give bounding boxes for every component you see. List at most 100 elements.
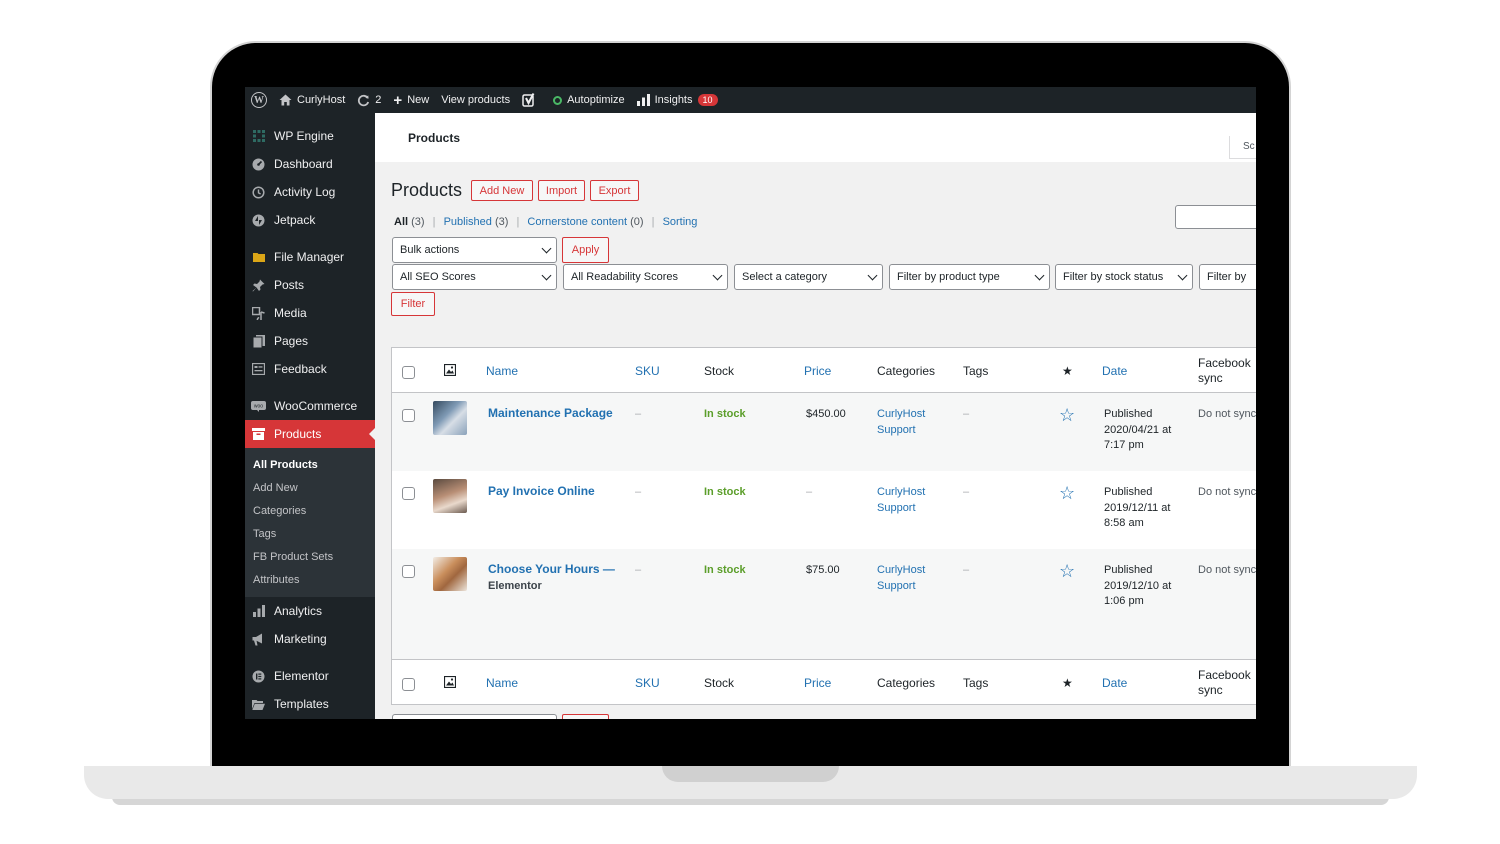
sidebar-item-analytics[interactable]: Analytics <box>245 597 375 625</box>
sidebar-item-elementor[interactable]: Elementor <box>245 662 375 690</box>
category-links[interactable]: CurlyHost Support <box>877 485 925 516</box>
product-thumbnail[interactable] <box>433 401 467 435</box>
apply-button[interactable]: Apply <box>562 237 609 263</box>
sidebar-item-media[interactable]: Media <box>245 299 375 327</box>
submenu-tags[interactable]: Tags <box>245 522 375 545</box>
product-name-link[interactable]: Choose Your Hours — Elementor <box>488 562 615 594</box>
category-links[interactable]: CurlyHost Support <box>877 407 925 438</box>
sidebar-item-label: Posts <box>274 278 305 292</box>
select-all-checkbox[interactable] <box>402 678 415 691</box>
submenu-all-products[interactable]: All Products <box>245 453 375 476</box>
submenu-categories[interactable]: Categories <box>245 499 375 522</box>
row-checkbox[interactable] <box>402 487 415 500</box>
column-categories: Categories <box>877 364 936 378</box>
product-thumbnail[interactable] <box>433 479 467 513</box>
sidebar-item-dashboard[interactable]: Dashboard <box>245 150 375 178</box>
screen-options-button[interactable]: Sc <box>1229 136 1256 159</box>
submenu-fb-product-sets[interactable]: FB Product Sets <box>245 545 375 568</box>
row-checkbox[interactable] <box>402 409 415 422</box>
sidebar-item-wp-engine[interactable]: WP Engine <box>245 122 375 150</box>
category-link[interactable]: Support <box>877 580 916 592</box>
submenu-attributes[interactable]: Attributes <box>245 568 375 591</box>
updates-link[interactable]: 2 <box>351 87 387 113</box>
sidebar-item-products[interactable]: Products <box>245 420 375 448</box>
table-footer: Name SKU Stock Price Categories Tags ★ D… <box>392 659 1256 704</box>
add-new-button[interactable]: Add New <box>471 180 533 201</box>
readability-filter[interactable]: All Readability Scores <box>563 264 728 290</box>
sidebar-item-pages[interactable]: Pages <box>245 327 375 355</box>
new-label: New <box>407 94 430 106</box>
product-name-link[interactable]: Maintenance Package <box>488 406 613 422</box>
more-filter[interactable]: Filter by <box>1199 264 1256 290</box>
product-thumbnail[interactable] <box>433 557 467 591</box>
submenu-add-new[interactable]: Add New <box>245 476 375 499</box>
tags-value: – <box>963 564 970 576</box>
filter-button[interactable]: Filter <box>391 292 435 316</box>
sidebar-item-jetpack[interactable]: Jetpack <box>245 206 375 234</box>
column-facebook-sync: Facebook sync <box>1198 668 1251 698</box>
column-name[interactable]: Name <box>486 364 518 378</box>
product-name[interactable]: Choose Your Hours — <box>488 562 615 576</box>
elementor-icon <box>251 669 266 684</box>
column-price[interactable]: Price <box>804 676 831 690</box>
import-button[interactable]: Import <box>538 180 585 201</box>
wordpress-logo-button[interactable]: W <box>245 87 273 113</box>
category-filter-value: Select a category <box>742 271 827 283</box>
folder-open-icon <box>251 697 266 712</box>
autoptimize-link[interactable]: Autoptimize <box>547 87 630 113</box>
featured-star-icon[interactable]: ★ <box>1062 676 1073 690</box>
sidebar-item-label: File Manager <box>274 250 345 264</box>
bulk-actions-select-bottom[interactable] <box>392 714 557 719</box>
export-button[interactable]: Export <box>590 180 639 201</box>
featured-star-icon[interactable]: ☆ <box>1059 561 1075 582</box>
category-link[interactable]: Support <box>877 502 916 514</box>
stock-status-filter[interactable]: Filter by stock status <box>1055 264 1193 290</box>
product-name-link[interactable]: Pay Invoice Online <box>488 484 595 500</box>
featured-star-icon[interactable]: ☆ <box>1059 483 1075 504</box>
bulk-actions-select[interactable]: Bulk actions <box>392 237 557 263</box>
select-all-checkbox[interactable] <box>402 366 415 379</box>
category-link[interactable]: Support <box>877 424 916 436</box>
sidebar-item-file-manager[interactable]: File Manager <box>245 243 375 271</box>
seo-score-filter[interactable]: All SEO Scores <box>392 264 557 290</box>
insights-link[interactable]: Insights 10 <box>631 87 724 113</box>
view-all-count: (3) <box>411 216 425 228</box>
bar-chart-icon <box>251 604 266 619</box>
category-link[interactable]: CurlyHost <box>877 486 925 498</box>
apply-button-bottom[interactable] <box>562 714 609 719</box>
category-links[interactable]: CurlyHost Support <box>877 563 925 594</box>
sidebar-item-feedback[interactable]: Feedback <box>245 355 375 383</box>
column-date[interactable]: Date <box>1102 364 1127 378</box>
date-date: 2019/12/11 at <box>1104 501 1171 514</box>
sidebar-item-woocommerce[interactable]: woo WooCommerce <box>245 392 375 420</box>
sidebar-item-templates[interactable]: Templates <box>245 690 375 718</box>
new-content-link[interactable]: + New <box>387 87 435 113</box>
search-products-input[interactable] <box>1175 205 1256 229</box>
sidebar-item-label: WP Engine <box>274 129 334 143</box>
featured-star-icon[interactable]: ★ <box>1062 364 1073 378</box>
featured-star-icon[interactable]: ☆ <box>1059 405 1075 426</box>
facebook-sync-value: Do not sync <box>1198 408 1256 420</box>
view-all-link[interactable]: All <box>394 216 408 228</box>
view-cornerstone-link[interactable]: Cornerstone content <box>527 216 627 228</box>
view-sorting-link[interactable]: Sorting <box>663 216 698 228</box>
yoast-seo-button[interactable] <box>516 87 547 113</box>
sidebar-item-posts[interactable]: Posts <box>245 271 375 299</box>
column-name[interactable]: Name <box>486 676 518 690</box>
row-checkbox[interactable] <box>402 565 415 578</box>
column-date[interactable]: Date <box>1102 676 1127 690</box>
product-type-filter[interactable]: Filter by product type <box>889 264 1050 290</box>
category-filter[interactable]: Select a category <box>734 264 883 290</box>
view-products-link[interactable]: View products <box>435 87 516 113</box>
date-time: 7:17 pm <box>1104 439 1144 451</box>
column-price[interactable]: Price <box>804 364 831 378</box>
sidebar-item-marketing[interactable]: Marketing <box>245 625 375 653</box>
category-link[interactable]: CurlyHost <box>877 564 925 576</box>
category-link[interactable]: CurlyHost <box>877 408 925 420</box>
sidebar-item-label: Elementor <box>274 669 329 683</box>
column-sku[interactable]: SKU <box>635 364 660 378</box>
view-published-link[interactable]: Published <box>444 216 492 228</box>
column-sku[interactable]: SKU <box>635 676 660 690</box>
sidebar-item-activity-log[interactable]: Activity Log <box>245 178 375 206</box>
site-name-link[interactable]: CurlyHost <box>273 87 351 113</box>
